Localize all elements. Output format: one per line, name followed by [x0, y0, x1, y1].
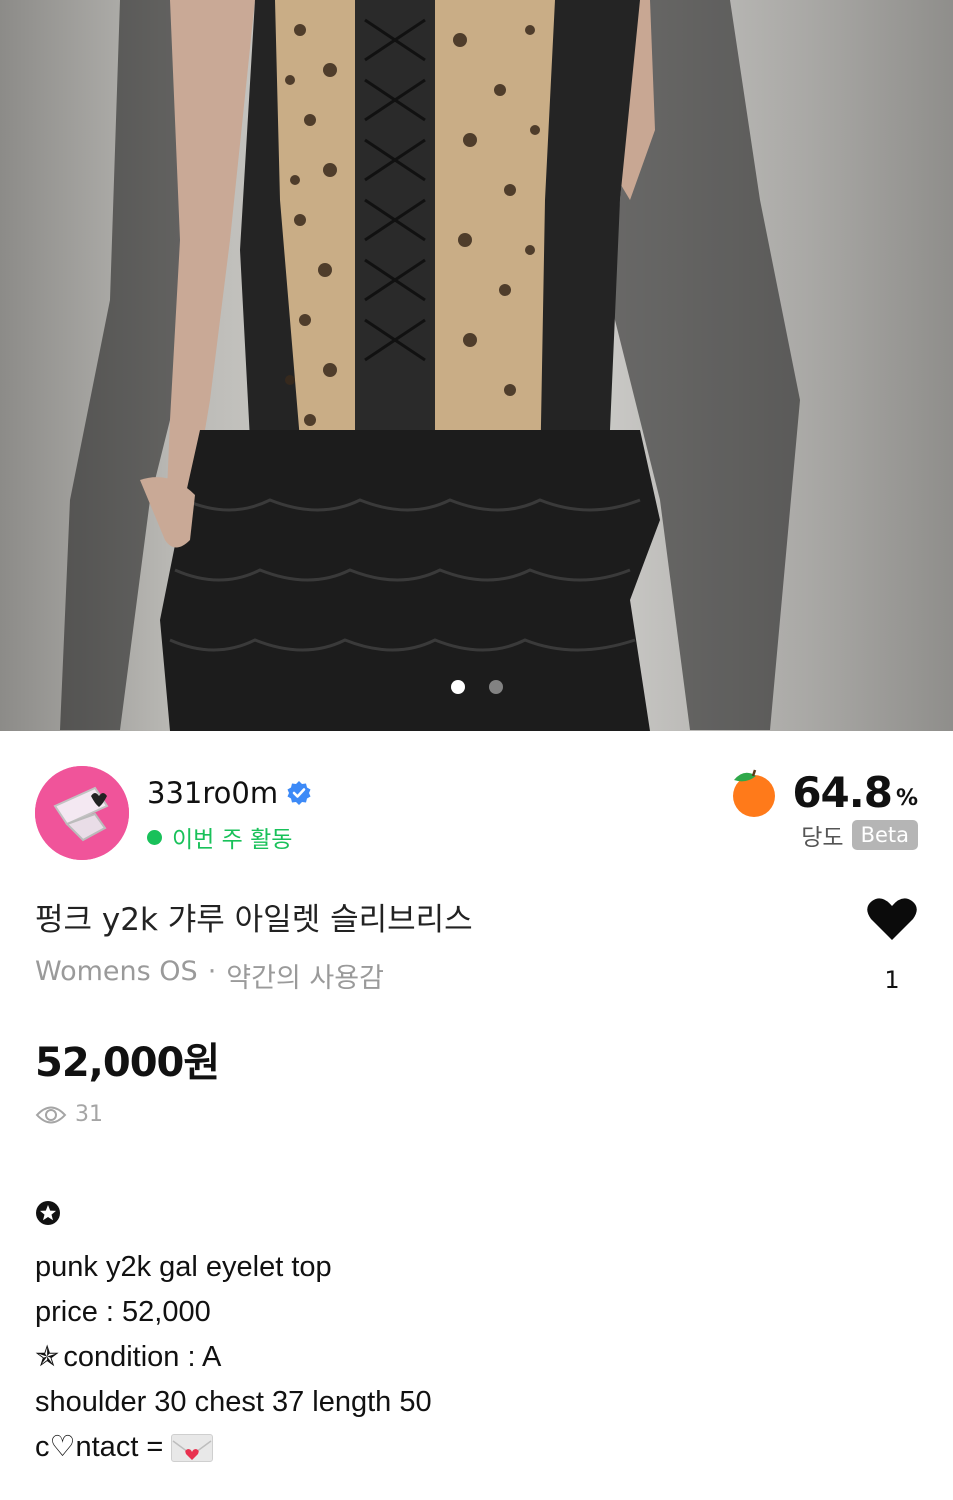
- seller-username[interactable]: 331ro0m: [147, 776, 278, 810]
- activity-dot-icon: [147, 829, 162, 845]
- seller-section: 331ro0m 이번 주 활동 64.8 % 당도 Beta: [35, 766, 918, 862]
- star-symbol: ✯: [35, 1341, 60, 1373]
- description-line: punk y2k gal eyelet top: [35, 1251, 332, 1283]
- view-count: 31: [35, 1102, 103, 1127]
- view-count-value: 31: [75, 1102, 103, 1127]
- sweetness-value: 64.8: [792, 767, 893, 817]
- orange-fruit-icon: [733, 769, 776, 817]
- description-line: shoulder 30 chest 37 length 50: [35, 1386, 432, 1418]
- product-condition: 약간의 사용감: [226, 963, 384, 994]
- like-count: 1: [884, 966, 900, 994]
- carousel-dot[interactable]: [488, 680, 503, 694]
- contact-prefix: c: [35, 1431, 50, 1463]
- love-letter-icon: [171, 1433, 214, 1462]
- product-title: 펑크 y2k 갸루 아일렛 슬리브리스: [35, 902, 473, 938]
- description-text: ntact =: [75, 1431, 164, 1463]
- seller-name-row[interactable]: 331ro0m: [147, 776, 312, 810]
- product-image-carousel[interactable]: [0, 0, 953, 731]
- description-text: condition : A: [63, 1341, 222, 1373]
- seller-avatar[interactable]: [35, 766, 129, 860]
- meta-separator: ·: [207, 956, 217, 987]
- product-meta: Womens OS · 약간의 사용감: [35, 956, 384, 995]
- carousel-indicator: [0, 680, 953, 694]
- description-line: ✯ condition : A: [35, 1335, 432, 1380]
- carousel-dot-active[interactable]: [450, 680, 465, 694]
- heart-outline-symbol: ♡: [49, 1431, 76, 1463]
- description-line: c ♡ ntact =: [35, 1425, 432, 1470]
- activity-label: 이번 주 활동: [172, 827, 293, 853]
- sweetness-label: 당도: [801, 825, 844, 851]
- product-price: 52,000원: [35, 1040, 220, 1086]
- activity-status: 이번 주 활동: [147, 820, 292, 854]
- eye-icon: [35, 1106, 67, 1123]
- beta-badge: Beta: [851, 820, 918, 850]
- product-description: punk y2k gal eyelet top price : 52,000 ✯…: [35, 1200, 432, 1470]
- verified-badge-icon: [287, 781, 311, 805]
- product-category[interactable]: Womens OS: [35, 956, 198, 995]
- like-button[interactable]: 1: [866, 896, 918, 994]
- product-photo: [60, 0, 800, 731]
- avatar-image: [35, 766, 129, 860]
- star-circle-icon: [36, 1201, 60, 1225]
- description-line: price : 52,000: [35, 1296, 211, 1328]
- sweetness-score[interactable]: 64.8 % 당도 Beta: [726, 766, 918, 852]
- sweetness-unit: %: [895, 785, 918, 811]
- heart-icon: [867, 898, 917, 940]
